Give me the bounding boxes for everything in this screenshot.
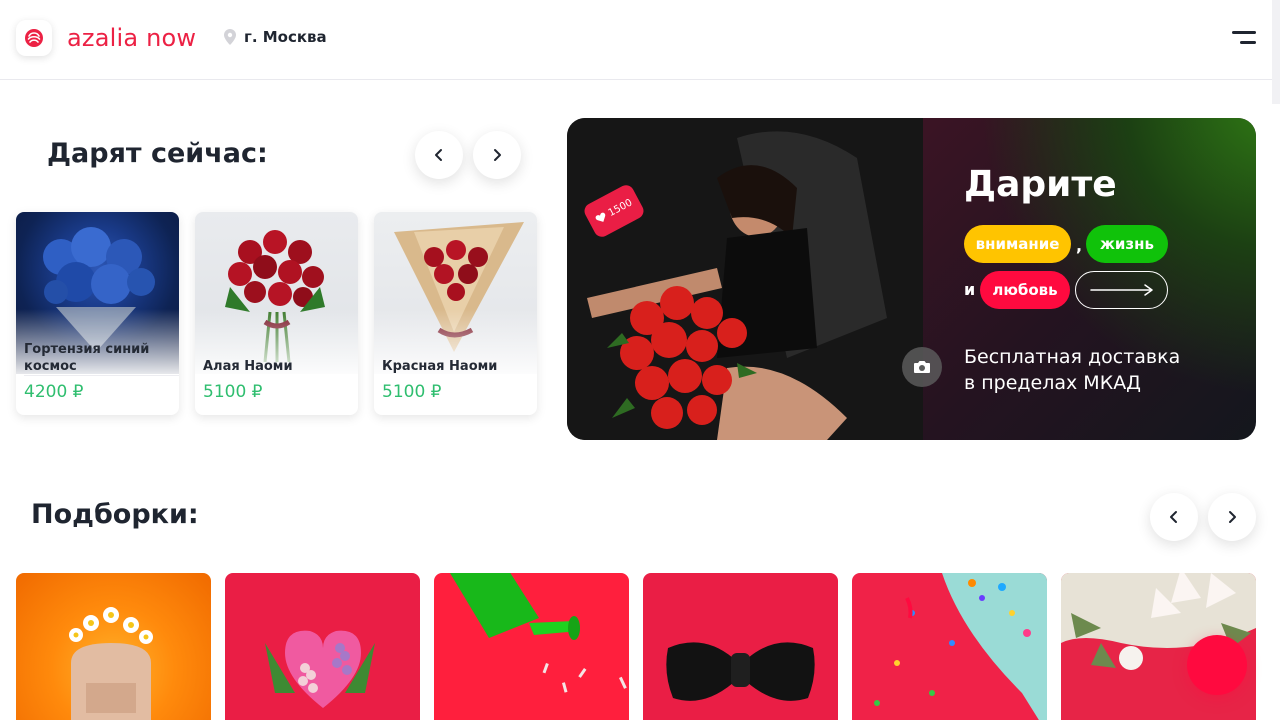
like-count: 1500 <box>606 196 634 219</box>
collection-card-hyacinth[interactable] <box>225 573 420 720</box>
collections-prev-button[interactable] <box>1150 493 1198 541</box>
city-selector[interactable]: г. Москва <box>224 28 327 46</box>
pill-attention: внимание <box>964 225 1071 263</box>
collections-title: Подборки: <box>31 499 199 530</box>
chevron-right-icon <box>494 149 501 161</box>
menu-button[interactable] <box>1228 28 1260 50</box>
header: azalia now г. Москва <box>0 0 1280 104</box>
banner-and: и <box>964 280 976 299</box>
camera-button[interactable] <box>902 347 942 387</box>
collection-card-backpack[interactable] <box>16 573 211 720</box>
location-pin-icon <box>224 29 236 45</box>
gifting-now-title: Дарят сейчас: <box>47 138 268 169</box>
page: azalia now г. Москва Дарят сейчас: Горте… <box>0 0 1280 720</box>
pill-love: любовь <box>980 271 1070 309</box>
gifting-next-button[interactable] <box>473 131 521 179</box>
product-name: Красная Наоми <box>382 359 498 374</box>
logo-text[interactable]: azalia now <box>67 22 196 54</box>
promo-banner[interactable]: 1500 Дарите внимание , жизнь и любовь Бе… <box>567 118 1256 440</box>
product-card[interactable]: Красная Наоми 5100 ₽ <box>374 212 537 415</box>
collection-card-bow-tie[interactable] <box>643 573 838 720</box>
divider <box>24 375 179 376</box>
chevron-right-icon <box>1229 511 1236 523</box>
product-price: 5100 ₽ <box>203 382 263 402</box>
product-name: Алая Наоми <box>203 359 293 374</box>
collections-next-button[interactable] <box>1208 493 1256 541</box>
gifting-prev-button[interactable] <box>415 131 463 179</box>
product-image-red-roses <box>195 212 358 374</box>
product-price: 4200 ₽ <box>24 382 84 402</box>
city-label: г. Москва <box>244 28 327 46</box>
collection-card-watering-can[interactable] <box>434 573 629 720</box>
chat-fab-button[interactable] <box>1187 635 1247 695</box>
chevron-left-icon <box>435 149 442 161</box>
product-card[interactable]: Алая Наоми 5100 ₽ <box>195 212 358 415</box>
logo-badge[interactable] <box>16 20 52 56</box>
rose-icon <box>25 29 43 47</box>
banner-title: Дарите <box>964 164 1117 205</box>
banner-subtitle-line2: в пределах МКАД <box>964 372 1142 394</box>
arrow-right-icon <box>1089 284 1153 296</box>
banner-arrow-button[interactable] <box>1075 271 1168 309</box>
menu-icon <box>1232 31 1256 44</box>
product-image-red-roses-kraft <box>374 212 537 374</box>
heart-icon <box>595 212 606 222</box>
banner-subtitle: Бесплатная доставка в пределах МКАД <box>964 344 1204 396</box>
product-price: 5100 ₽ <box>382 382 442 402</box>
banner-photo: 1500 <box>567 118 923 440</box>
pill-life: жизнь <box>1086 225 1168 263</box>
chevron-left-icon <box>1170 511 1177 523</box>
camera-icon <box>914 361 930 373</box>
banner-comma: , <box>1076 236 1083 255</box>
product-name: Гортензия синий космос <box>24 342 150 374</box>
banner-subtitle-line1: Бесплатная доставка <box>964 346 1181 368</box>
product-card[interactable]: Гортензия синий космос 4200 ₽ <box>16 212 179 415</box>
scrollbar[interactable] <box>1272 0 1280 104</box>
collection-card-cake[interactable] <box>852 573 1047 720</box>
